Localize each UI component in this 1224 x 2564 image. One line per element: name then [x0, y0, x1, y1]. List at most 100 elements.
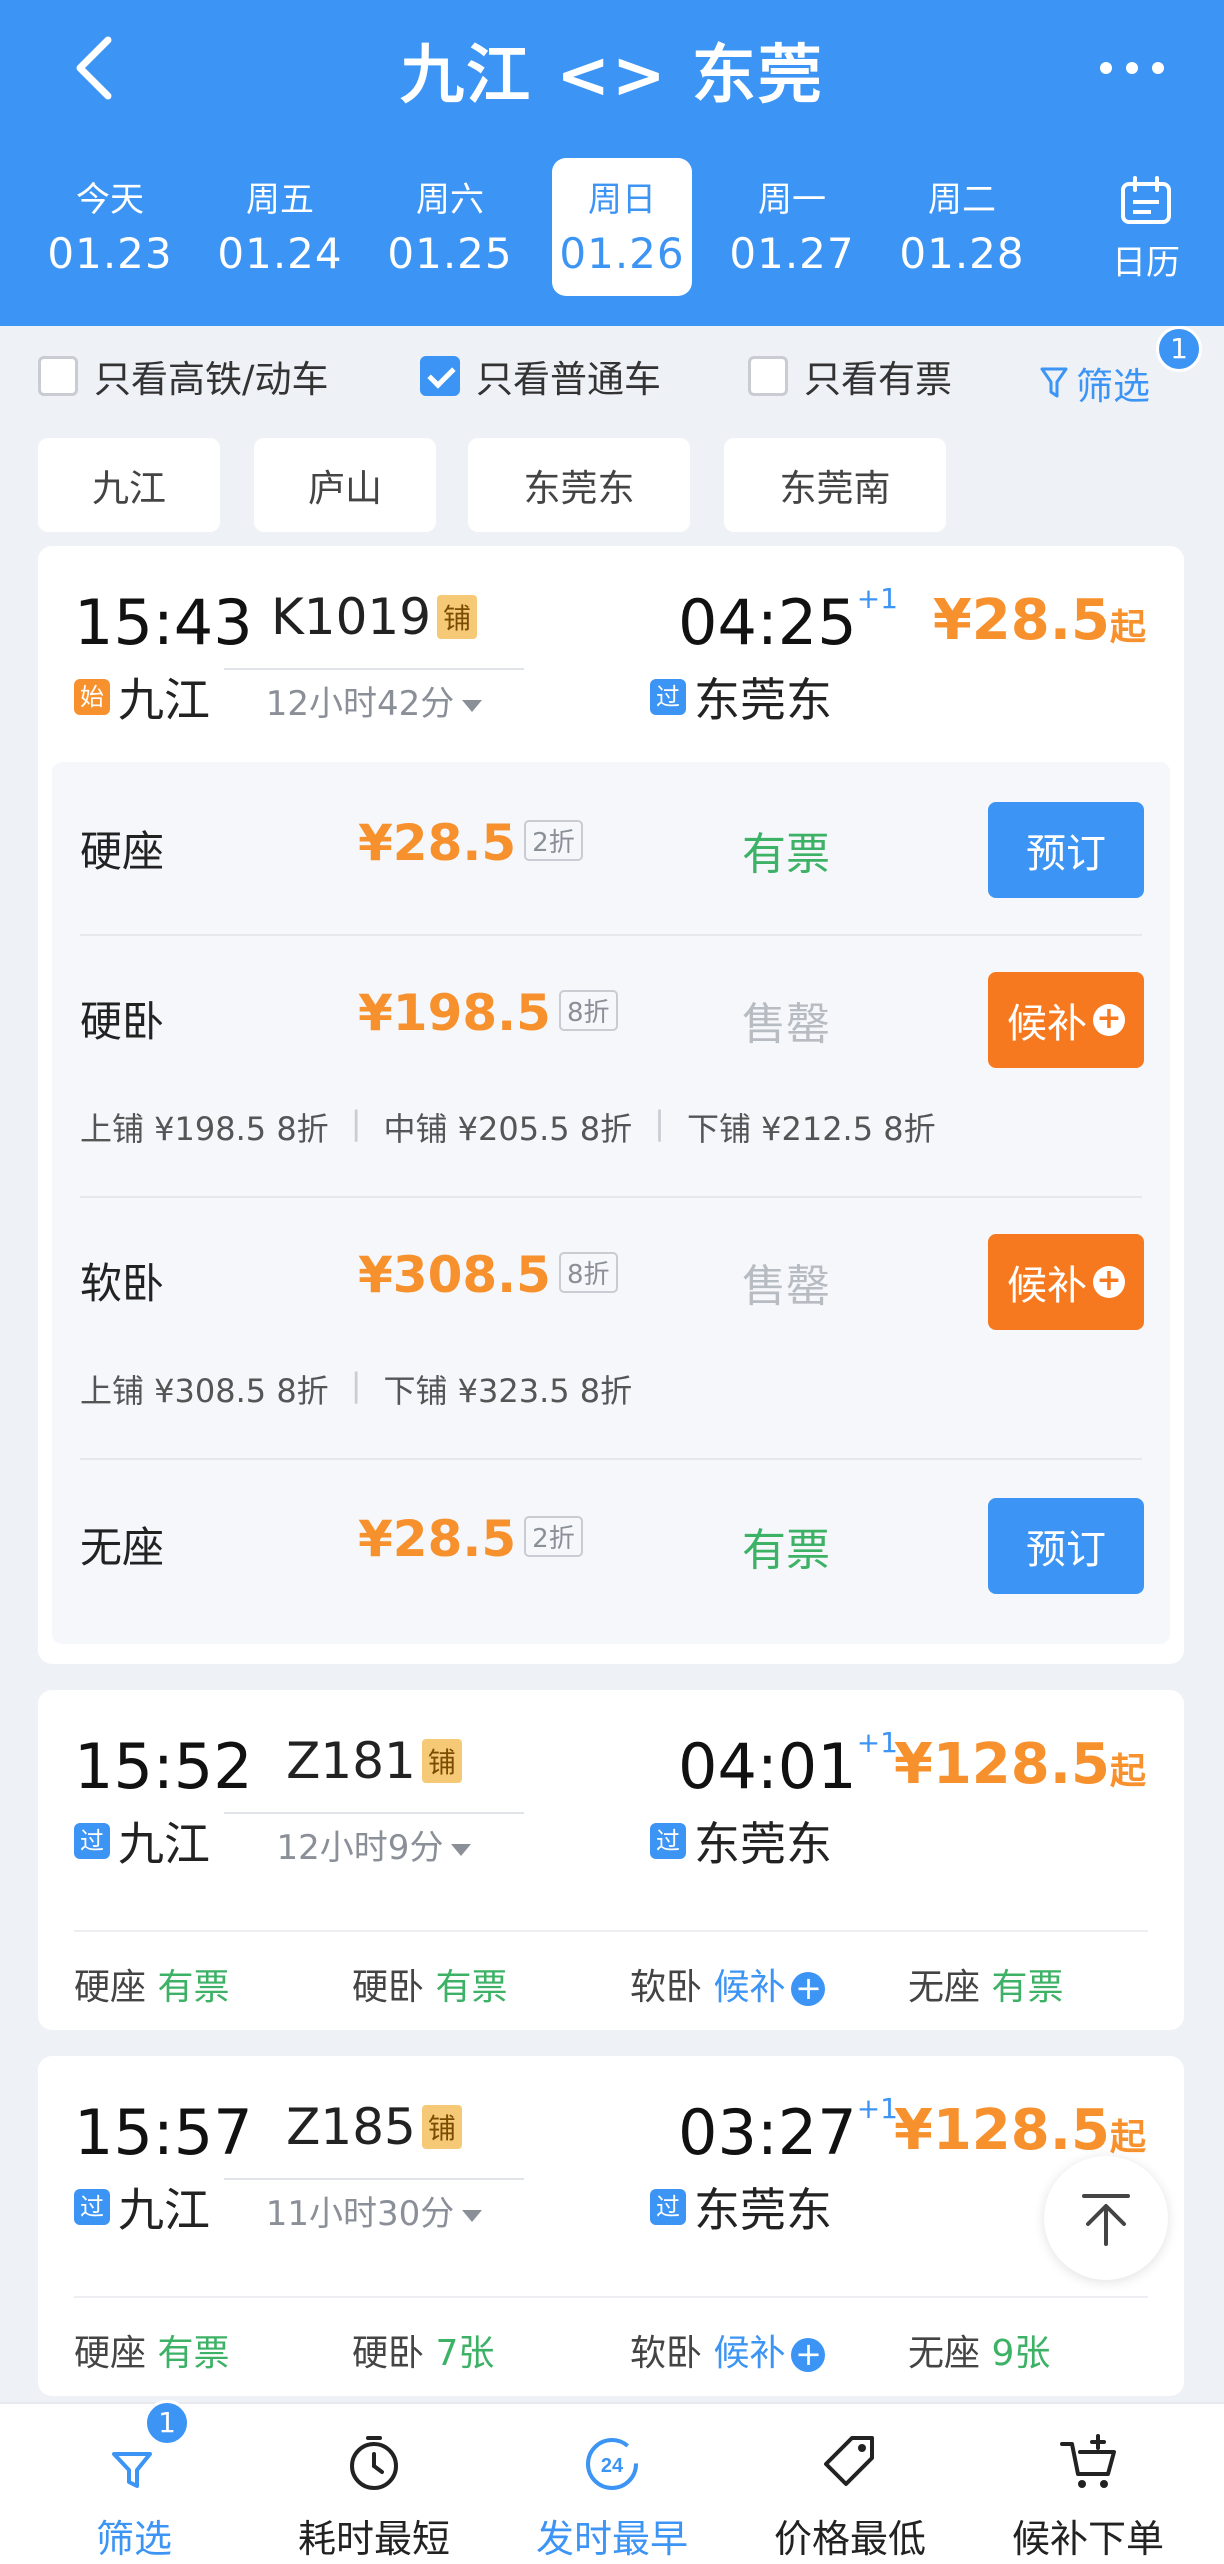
filter-count-badge: 1: [1156, 326, 1202, 372]
youpiao-filter-checkbox[interactable]: 只看有票: [748, 348, 952, 404]
cart-icon: [1060, 2434, 1116, 2488]
duration-text: 12小时42分: [265, 684, 455, 724]
price-suffix: 起: [1109, 607, 1146, 648]
arrival-time-text: 03:27: [678, 2096, 857, 2169]
discount-badge: 8折: [558, 1252, 618, 1293]
date-value: 01.23: [47, 229, 173, 278]
putong-filter-checkbox[interactable]: 只看普通车: [420, 348, 661, 404]
date-week: 周六: [416, 180, 484, 220]
arrival-time-text: 04:01: [678, 1730, 857, 1803]
date-tab-0126-selected[interactable]: 周日 01.26: [552, 158, 692, 296]
checkbox-checked-icon: [420, 356, 460, 396]
berth-detail: 上铺 ¥308.5 8折: [80, 1372, 329, 1410]
price-value: ¥128.5: [893, 2098, 1110, 2163]
train-number: K1019 铺: [224, 588, 524, 646]
departure-station: 过 九江: [74, 1808, 210, 1874]
next-day-marker: +1: [856, 582, 898, 615]
tab-filter[interactable]: 1 筛选: [14, 2400, 254, 2564]
seat-row-yingwo: 硬卧 ¥198.5 8折 售罄 候补 + 上铺 ¥198.5 8折 | 中铺 ¥20…: [52, 934, 1170, 1196]
calendar-button[interactable]: 日历: [1106, 176, 1186, 284]
pass-tag: 过: [650, 679, 686, 715]
book-button-label: 预订: [1026, 1527, 1106, 1573]
arrival-station-name: 东莞东: [694, 2183, 832, 2237]
checkbox-label: 只看有票: [804, 358, 952, 401]
seat-summary-yingzuo: 硬座 有票: [74, 1958, 229, 2010]
departure-station: 始 九江: [74, 664, 210, 730]
duration[interactable]: 11小时30分: [224, 2178, 524, 2235]
date-tab-0124[interactable]: 周五 01.24: [210, 158, 350, 296]
train-number-text: Z181: [286, 1732, 416, 1790]
tab-earliest-departure[interactable]: 24 发时最早: [492, 2404, 732, 2564]
header: 九江 <> 东莞 今天 01.23 周五 01.24 周六 01.25 周日 0…: [0, 0, 1224, 326]
station-chip-jiujiang[interactable]: 九江: [38, 438, 220, 532]
date-week: 周日: [588, 180, 656, 220]
tab-lowest-price[interactable]: 价格最低: [730, 2404, 970, 2564]
seat-row-yingzuo: 硬座 ¥28.5 2折 有票 预订: [52, 762, 1170, 934]
date-value: 01.26: [559, 229, 685, 278]
date-value: 01.28: [899, 229, 1025, 278]
train-number-text: Z185: [286, 2098, 416, 2156]
seat-name: 硬卧: [352, 1967, 425, 2008]
pass-tag: 过: [74, 2189, 110, 2225]
stopwatch-icon: [350, 2436, 398, 2490]
waitlist-button[interactable]: 候补 +: [988, 1234, 1144, 1330]
duration[interactable]: 12小时42分: [224, 668, 524, 725]
seat-status: 候补: [713, 1967, 786, 2008]
arrival-station: 过 东莞东: [650, 1808, 832, 1874]
calendar-label: 日历: [1112, 243, 1180, 283]
date-week: 周一: [758, 180, 826, 220]
date-tab-0125[interactable]: 周六 01.25: [380, 158, 520, 296]
checkbox-label: 只看普通车: [476, 358, 661, 401]
date-tab-0128[interactable]: 周二 01.28: [892, 158, 1032, 296]
arrival-time: 03:27+1: [678, 2092, 898, 2169]
more-icon[interactable]: [1092, 38, 1172, 98]
berth-details: 上铺 ¥308.5 8折 | 下铺 ¥323.5 8折: [80, 1366, 632, 1412]
back-to-top-button[interactable]: [1044, 2156, 1168, 2280]
tab-waitlist-order[interactable]: 候补下单: [968, 2404, 1208, 2564]
seat-status: 有票: [742, 1525, 830, 1576]
seat-status: 有票: [991, 1967, 1064, 2008]
book-button[interactable]: 预订: [988, 802, 1144, 898]
berth-tag: 铺: [437, 594, 478, 639]
seat-name: 硬座: [80, 827, 165, 876]
lowest-price: ¥128.5起: [894, 2098, 1146, 2163]
checkbox-icon: [748, 356, 788, 396]
train-card-z181[interactable]: 15:52 过 九江 Z181 铺 12小时9分 04:01+1 过 东莞东 ¥1…: [38, 1690, 1184, 2030]
date-value: 01.24: [217, 229, 343, 278]
station-chip-dongguannan[interactable]: 东莞南: [724, 438, 946, 532]
filter-button[interactable]: 筛选: [1040, 356, 1150, 410]
station-chip-lushan[interactable]: 庐山: [254, 438, 436, 532]
pass-tag: 过: [74, 1823, 110, 1859]
berth-detail: 上铺 ¥198.5 8折: [80, 1110, 329, 1148]
train-number: Z185 铺: [224, 2098, 524, 2156]
date-tab-0127[interactable]: 周一 01.27: [722, 158, 862, 296]
separator: |: [350, 1104, 362, 1142]
departure-station-name: 九江: [118, 1817, 210, 1871]
train-card-k1019[interactable]: 15:43 始 九江 K1019 铺 12小时42分 04:25+1 过 东莞东 …: [38, 546, 1184, 1664]
station-chip-dongguandong[interactable]: 东莞东: [468, 438, 690, 532]
date-strip: 今天 01.23 周五 01.24 周六 01.25 周日 01.26 周一 0…: [22, 158, 1224, 296]
tab-shortest-duration[interactable]: 耗时最短: [254, 2404, 494, 2564]
seat-name: 软卧: [80, 1259, 165, 1308]
seat-summary-ruanwo[interactable]: 软卧 候补 +: [630, 2324, 826, 2376]
calendar-icon: [1121, 176, 1171, 224]
waitlist-button[interactable]: 候补 +: [988, 972, 1144, 1068]
train-card-z185[interactable]: 15:57 过 九江 Z185 铺 11小时30分 03:27+1 过 东莞东 ¥…: [38, 2056, 1184, 2396]
lowest-price: ¥28.5起: [933, 588, 1146, 653]
seat-row-wuzuo: 无座 ¥28.5 2折 有票 预订: [52, 1458, 1170, 1644]
date-tab-0123[interactable]: 今天 01.23: [40, 158, 180, 296]
seat-price-value: ¥28.5: [358, 1510, 517, 1568]
seat-summary-yingzuo: 硬座 有票: [74, 2324, 229, 2376]
gaotie-filter-checkbox[interactable]: 只看高铁/动车: [38, 348, 328, 404]
seat-panel: 硬座 ¥28.5 2折 有票 预订 硬卧 ¥198.5 8折 售罄 候补 + 上铺 ¥…: [52, 762, 1170, 1644]
tab-label: 筛选: [95, 2517, 172, 2561]
pass-tag: 过: [650, 2189, 686, 2225]
seat-name: 无座: [908, 2333, 981, 2374]
duration[interactable]: 12小时9分: [224, 1812, 524, 1869]
berth-detail: 下铺 ¥323.5 8折: [383, 1372, 633, 1410]
filter-bar: 只看高铁/动车 只看普通车 只看有票 筛选 1: [0, 326, 1224, 426]
seat-summary-ruanwo[interactable]: 软卧 候补 +: [630, 1958, 826, 2010]
price-suffix: 起: [1109, 1751, 1146, 1792]
seat-price-value: ¥28.5: [358, 814, 517, 872]
book-button[interactable]: 预订: [988, 1498, 1144, 1594]
